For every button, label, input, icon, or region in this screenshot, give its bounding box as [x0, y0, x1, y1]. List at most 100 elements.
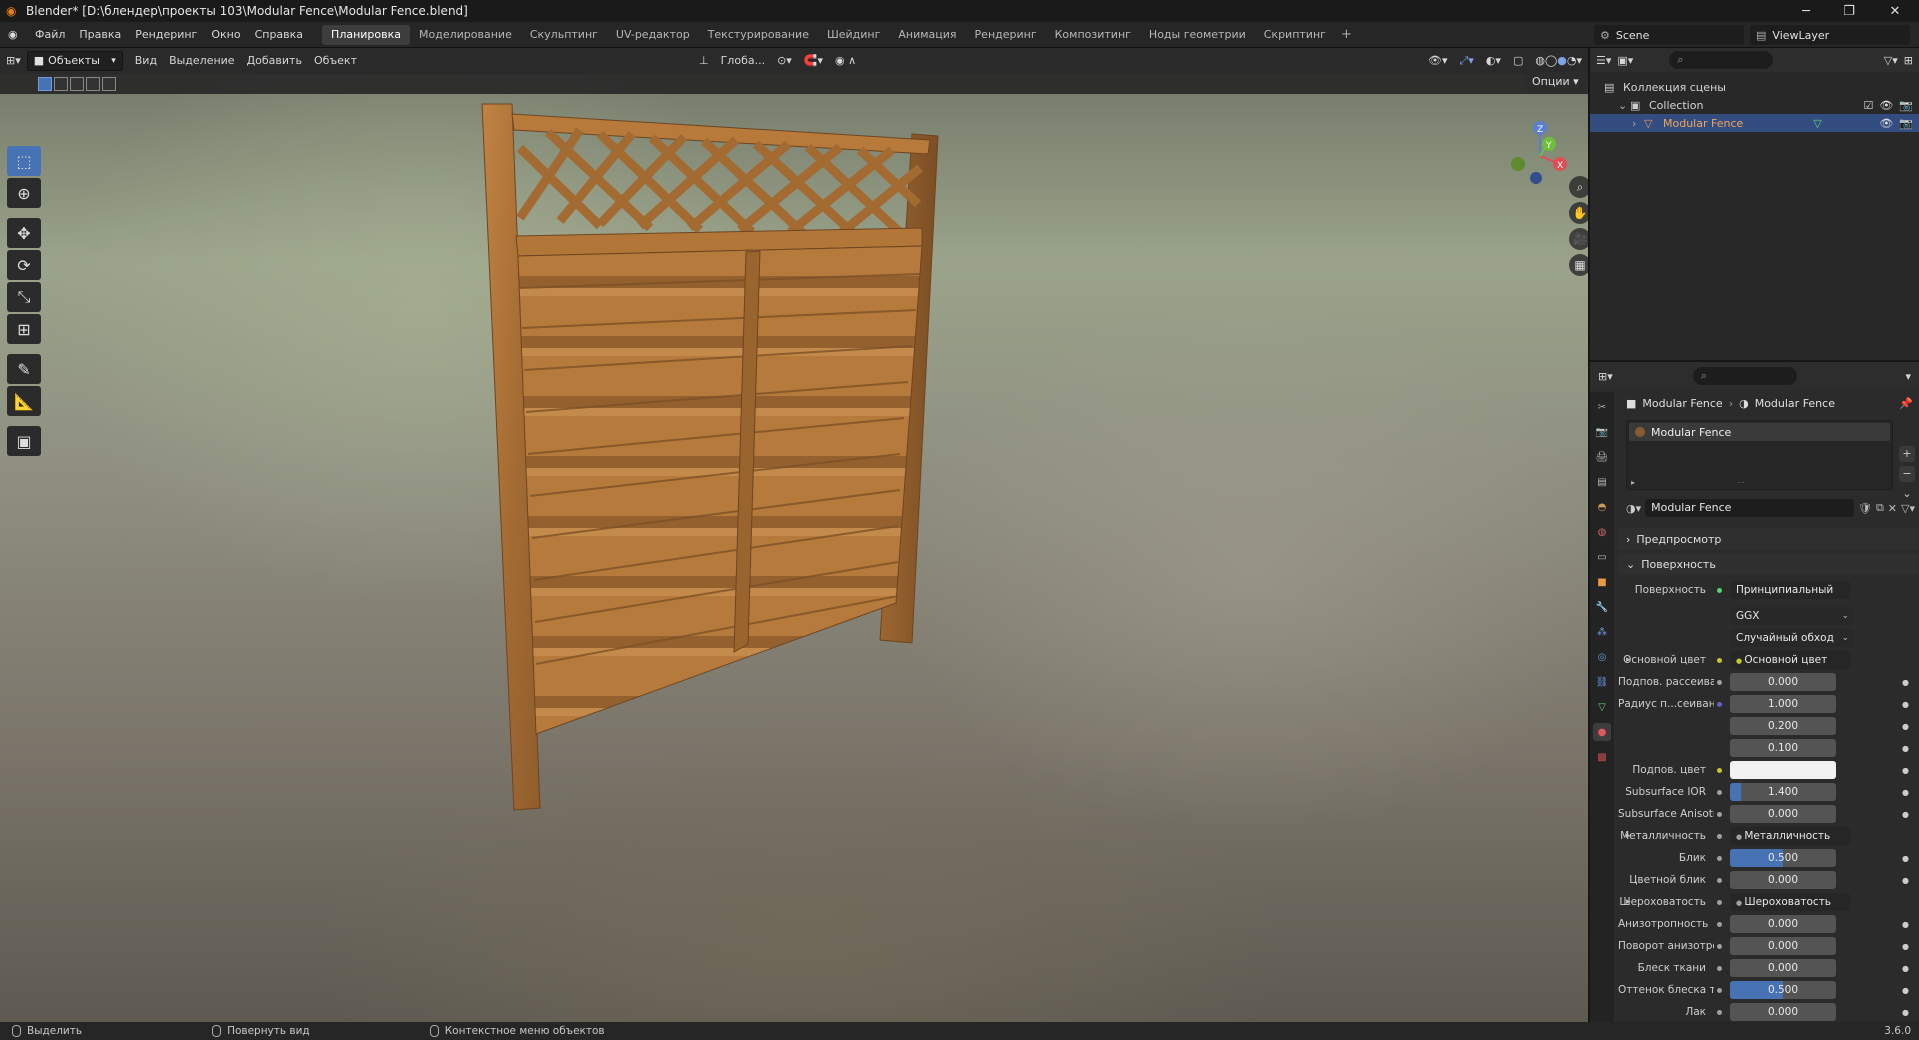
blender-menu-icon[interactable]: ◉	[8, 28, 22, 41]
remove-slot-button[interactable]: −	[1899, 466, 1915, 482]
expand-triangle-icon[interactable]: ▸	[1626, 897, 1631, 907]
expand-triangle-icon[interactable]: ▸	[1626, 831, 1631, 841]
outliner-row[interactable]: ▤ Коллекция сцены	[1590, 78, 1919, 96]
workspace-tab[interactable]: UV-редактор	[607, 25, 699, 45]
subsurface-method-dropdown[interactable]: Случайный обход ⌄	[1730, 629, 1854, 647]
fence-model[interactable]	[0, 48, 1588, 1022]
select-new-icon[interactable]	[38, 77, 52, 91]
node-link-icon[interactable]: ▽▾	[1901, 502, 1915, 515]
render-tab-icon[interactable]: 📷	[1593, 423, 1611, 441]
scene-tab-icon[interactable]: ◓	[1593, 498, 1611, 516]
modifier-tab-icon[interactable]: 🔧	[1593, 598, 1611, 616]
workspace-tab[interactable]: Планировка	[322, 24, 411, 45]
socket-dot-icon[interactable]	[1714, 919, 1724, 929]
pin-icon[interactable]: 📌	[1899, 397, 1913, 410]
outliner-row[interactable]: › ▽ Modular Fence ▽ 👁 📷	[1590, 114, 1919, 132]
keyframe-dot-icon[interactable]: ●	[1902, 964, 1909, 973]
number-field[interactable]: 0.100	[1730, 739, 1836, 757]
pan-hand-icon[interactable]: ✋	[1569, 202, 1588, 224]
number-field[interactable]: 0.000	[1730, 915, 1836, 933]
socket-dot-icon[interactable]	[1714, 765, 1724, 775]
number-field[interactable]: 0.000	[1730, 871, 1836, 889]
number-field[interactable]: 0.000	[1730, 805, 1836, 823]
keyframe-dot-icon[interactable]: ●	[1902, 766, 1909, 775]
expand-triangle-icon[interactable]: ▸	[1626, 655, 1631, 665]
workspace-tab[interactable]: Скриптинг	[1255, 25, 1335, 45]
material-slot[interactable]: Modular Fence	[1629, 423, 1890, 441]
zoom-icon[interactable]: ⌕	[1569, 176, 1588, 198]
menu-item[interactable]: Рендеринг	[128, 22, 204, 48]
collection-tab-icon[interactable]: ▭	[1593, 548, 1611, 566]
socket-dot-icon[interactable]	[1714, 787, 1724, 797]
linked-input-field[interactable]: ● Металличность	[1730, 827, 1850, 845]
add-workspace-button[interactable]: +	[1335, 27, 1358, 42]
scene-selector[interactable]: ⚙ Scene	[1594, 25, 1744, 45]
keyframe-dot-icon[interactable]: ●	[1902, 700, 1909, 709]
expand-triangle-icon[interactable]: ▸	[1631, 478, 1635, 487]
workspace-tab[interactable]: Композитинг	[1046, 25, 1140, 45]
display-mode-icon[interactable]: ▣▾	[1617, 54, 1633, 67]
options-dropdown[interactable]: Опции ▾	[1525, 72, 1586, 92]
workspace-tab[interactable]: Ноды геометрии	[1140, 25, 1255, 45]
object-tab-icon[interactable]: ■	[1593, 573, 1611, 591]
number-field[interactable]: 0.500	[1730, 981, 1836, 999]
constraints-tab-icon[interactable]: ⛓	[1593, 673, 1611, 691]
exclude-checkbox-icon[interactable]: ☑	[1863, 99, 1873, 112]
scale-tool-icon[interactable]: ⤡	[7, 282, 41, 312]
number-field[interactable]: 0.000	[1730, 959, 1836, 977]
visibility-icon[interactable]: 👁▾	[1422, 48, 1454, 74]
linked-input-field[interactable]: ● Шероховатость	[1730, 893, 1850, 911]
workspace-tab[interactable]: Моделирование	[410, 25, 521, 45]
camera-view-icon[interactable]: 🎥	[1569, 228, 1588, 250]
outliner-search-input[interactable]: ⌕	[1669, 51, 1774, 69]
viewport-menu-item[interactable]: Выделение	[163, 48, 241, 74]
keyframe-dot-icon[interactable]: ●	[1902, 678, 1909, 687]
select-invert-icon[interactable]	[86, 77, 100, 91]
socket-dot-icon[interactable]	[1714, 875, 1724, 885]
select-intersect-icon[interactable]	[102, 77, 116, 91]
select-subtract-icon[interactable]	[70, 77, 84, 91]
gizmo-toggle-icon[interactable]: ⤢▾	[1453, 48, 1479, 74]
socket-dot-icon[interactable]	[1714, 1007, 1724, 1017]
rotate-tool-icon[interactable]: ⟳	[7, 250, 41, 280]
menu-item[interactable]: Правка	[72, 22, 128, 48]
surface-panel-header[interactable]: ⌄ Поверхность	[1618, 553, 1919, 575]
cursor-tool-icon[interactable]: ⊕	[7, 178, 41, 208]
keyframe-dot-icon[interactable]: ●	[1902, 1008, 1909, 1017]
particles-tab-icon[interactable]: ⁂	[1593, 623, 1611, 641]
eye-icon[interactable]: 👁	[1879, 99, 1893, 112]
world-tab-icon[interactable]: ◍	[1593, 523, 1611, 541]
socket-dot-icon[interactable]	[1714, 721, 1724, 731]
view-layer-selector[interactable]: ▤ ViewLayer	[1750, 25, 1910, 45]
fake-user-icon[interactable]: 🛡	[1858, 502, 1872, 515]
outliner-row[interactable]: ⌄ ▣ Collection ☑ 👁 📷	[1590, 96, 1919, 114]
linked-input-field[interactable]: ● Основной цвет	[1730, 651, 1850, 669]
annotate-tool-icon[interactable]: ✎	[7, 354, 41, 384]
menu-item[interactable]: Окно	[204, 22, 247, 48]
properties-editor-icon[interactable]: ⊞▾	[1598, 370, 1613, 383]
minimize-button[interactable]: ─	[1783, 0, 1829, 22]
shading-modes[interactable]: ◍◯●◔▾	[1529, 48, 1588, 74]
viewport-menu-item[interactable]: Объект	[308, 48, 363, 74]
socket-dot-icon[interactable]	[1714, 655, 1724, 665]
color-swatch[interactable]	[1730, 761, 1836, 779]
proportional-edit-icon[interactable]: ◉ ∧	[829, 48, 862, 74]
3d-viewport[interactable]: ⬚ ⊕ ✥ ⟳ ⤡ ⊞ ✎ 📐 ▣ Z X Y ⌕ ✋ 🎥 ▦	[0, 48, 1588, 1022]
keyframe-dot-icon[interactable]: ●	[1902, 986, 1909, 995]
number-field[interactable]: 0.500	[1730, 849, 1836, 867]
workspace-tab[interactable]: Текстурирование	[699, 25, 818, 45]
transform-tool-icon[interactable]: ⊞	[7, 314, 41, 344]
number-field[interactable]: 0.000	[1730, 673, 1836, 691]
filter-icon[interactable]: ▽▾	[1884, 54, 1898, 67]
menu-item[interactable]: Файл	[28, 22, 72, 48]
maximize-button[interactable]: ❐	[1826, 0, 1872, 22]
orientation-dropdown[interactable]: Глоба...	[715, 48, 771, 74]
duplicate-material-icon[interactable]: ⧉	[1876, 501, 1884, 515]
keyframe-dot-icon[interactable]: ●	[1902, 920, 1909, 929]
select-extend-icon[interactable]	[54, 77, 68, 91]
number-field[interactable]: 1.000	[1730, 695, 1836, 713]
output-tab-icon[interactable]: 🖨	[1593, 448, 1611, 466]
socket-dot-icon[interactable]	[1714, 897, 1724, 907]
socket-dot-icon[interactable]	[1714, 677, 1724, 687]
workspace-tab[interactable]: Рендеринг	[966, 25, 1046, 45]
